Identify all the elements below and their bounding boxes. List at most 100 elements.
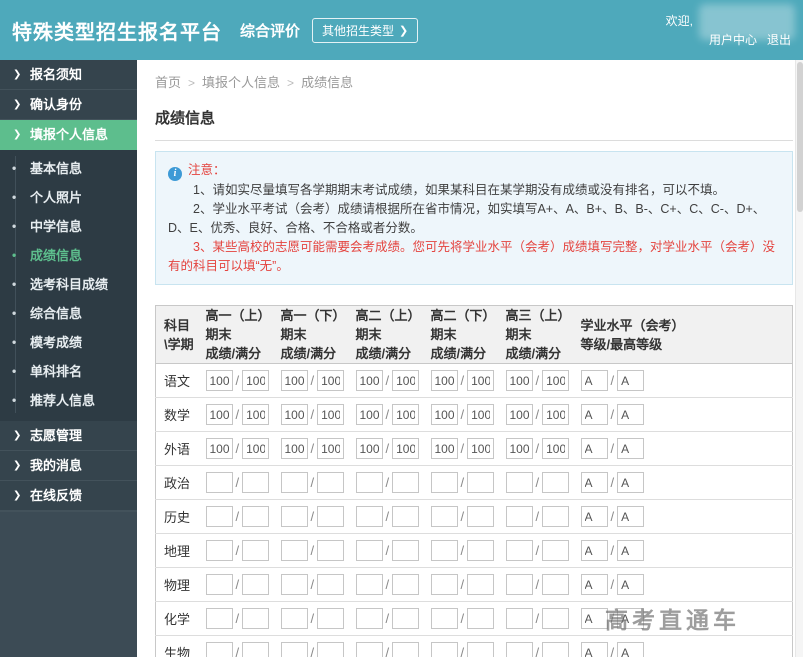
breadcrumb-item-0[interactable]: 首页 <box>155 75 181 90</box>
full-score-input[interactable] <box>317 506 345 527</box>
full-score-input[interactable] <box>392 642 420 657</box>
score-input[interactable] <box>205 608 233 629</box>
full-score-input[interactable] <box>542 404 570 425</box>
score-input[interactable] <box>355 642 383 657</box>
level-grade-input[interactable] <box>580 404 608 425</box>
other-enrollment-type-button[interactable]: 其他招生类型 ❯ <box>312 17 419 43</box>
sidebar-item-12[interactable]: ❯ 志愿管理 <box>0 421 137 451</box>
sidebar-item-5[interactable]: • 中学信息 <box>0 212 137 241</box>
score-input[interactable] <box>355 438 383 459</box>
full-score-input[interactable] <box>242 608 270 629</box>
full-score-input[interactable] <box>467 370 495 391</box>
full-score-input[interactable] <box>317 608 345 629</box>
level-grade-input[interactable] <box>580 608 608 629</box>
level-max-input[interactable] <box>617 370 645 391</box>
score-input[interactable] <box>205 370 233 391</box>
full-score-input[interactable] <box>467 506 495 527</box>
score-input[interactable] <box>430 608 458 629</box>
full-score-input[interactable] <box>242 574 270 595</box>
score-input[interactable] <box>430 540 458 561</box>
score-input[interactable] <box>355 404 383 425</box>
sidebar-item-13[interactable]: ❯ 我的消息 <box>0 451 137 481</box>
full-score-input[interactable] <box>242 472 270 493</box>
sidebar-item-10[interactable]: • 单科排名 <box>0 357 137 386</box>
sidebar-item-0[interactable]: ❯ 报名须知 <box>0 60 137 90</box>
full-score-input[interactable] <box>392 540 420 561</box>
full-score-input[interactable] <box>392 370 420 391</box>
full-score-input[interactable] <box>242 438 270 459</box>
level-max-input[interactable] <box>617 642 645 657</box>
full-score-input[interactable] <box>317 472 345 493</box>
score-input[interactable] <box>505 574 533 595</box>
score-input[interactable] <box>430 574 458 595</box>
level-grade-input[interactable] <box>580 540 608 561</box>
full-score-input[interactable] <box>467 438 495 459</box>
score-input[interactable] <box>280 438 308 459</box>
full-score-input[interactable] <box>392 506 420 527</box>
sidebar-item-14[interactable]: ❯ 在线反馈 <box>0 481 137 511</box>
logout-link[interactable]: 退出 <box>767 31 791 48</box>
full-score-input[interactable] <box>392 404 420 425</box>
level-max-input[interactable] <box>617 506 645 527</box>
level-max-input[interactable] <box>617 574 645 595</box>
full-score-input[interactable] <box>542 608 570 629</box>
score-input[interactable] <box>205 438 233 459</box>
score-input[interactable] <box>205 574 233 595</box>
full-score-input[interactable] <box>317 438 345 459</box>
level-grade-input[interactable] <box>580 370 608 391</box>
score-input[interactable] <box>355 472 383 493</box>
vertical-scrollbar[interactable] <box>795 60 803 657</box>
score-input[interactable] <box>205 404 233 425</box>
score-input[interactable] <box>280 370 308 391</box>
full-score-input[interactable] <box>317 404 345 425</box>
full-score-input[interactable] <box>317 642 345 657</box>
sidebar-item-2[interactable]: ❯ 填报个人信息 <box>0 120 137 150</box>
score-input[interactable] <box>205 540 233 561</box>
breadcrumb-item-1[interactable]: 填报个人信息 <box>202 75 280 90</box>
sidebar-item-6[interactable]: • 成绩信息 <box>0 241 137 270</box>
full-score-input[interactable] <box>242 404 270 425</box>
score-input[interactable] <box>505 642 533 657</box>
score-input[interactable] <box>355 574 383 595</box>
level-grade-input[interactable] <box>580 438 608 459</box>
score-input[interactable] <box>505 608 533 629</box>
full-score-input[interactable] <box>542 438 570 459</box>
score-input[interactable] <box>280 608 308 629</box>
level-grade-input[interactable] <box>580 574 608 595</box>
full-score-input[interactable] <box>467 574 495 595</box>
score-input[interactable] <box>430 438 458 459</box>
full-score-input[interactable] <box>317 370 345 391</box>
score-input[interactable] <box>280 574 308 595</box>
level-max-input[interactable] <box>617 404 645 425</box>
full-score-input[interactable] <box>542 540 570 561</box>
full-score-input[interactable] <box>392 438 420 459</box>
full-score-input[interactable] <box>542 506 570 527</box>
full-score-input[interactable] <box>467 404 495 425</box>
score-input[interactable] <box>505 472 533 493</box>
full-score-input[interactable] <box>542 472 570 493</box>
full-score-input[interactable] <box>467 608 495 629</box>
score-input[interactable] <box>430 370 458 391</box>
score-input[interactable] <box>505 404 533 425</box>
level-max-input[interactable] <box>617 540 645 561</box>
score-input[interactable] <box>205 472 233 493</box>
score-input[interactable] <box>505 540 533 561</box>
full-score-input[interactable] <box>317 540 345 561</box>
sidebar-item-7[interactable]: • 选考科目成绩 <box>0 270 137 299</box>
score-input[interactable] <box>280 540 308 561</box>
sidebar-item-3[interactable]: • 基本信息 <box>0 154 137 183</box>
full-score-input[interactable] <box>317 574 345 595</box>
score-input[interactable] <box>280 472 308 493</box>
full-score-input[interactable] <box>242 540 270 561</box>
sidebar-item-8[interactable]: • 综合信息 <box>0 299 137 328</box>
scrollbar-thumb[interactable] <box>797 62 803 212</box>
user-center-link[interactable]: 用户中心 <box>709 31 757 48</box>
score-input[interactable] <box>505 370 533 391</box>
full-score-input[interactable] <box>542 574 570 595</box>
sidebar-item-1[interactable]: ❯ 确认身份 <box>0 90 137 120</box>
full-score-input[interactable] <box>242 506 270 527</box>
score-input[interactable] <box>355 506 383 527</box>
score-input[interactable] <box>280 642 308 657</box>
full-score-input[interactable] <box>242 370 270 391</box>
score-input[interactable] <box>430 404 458 425</box>
